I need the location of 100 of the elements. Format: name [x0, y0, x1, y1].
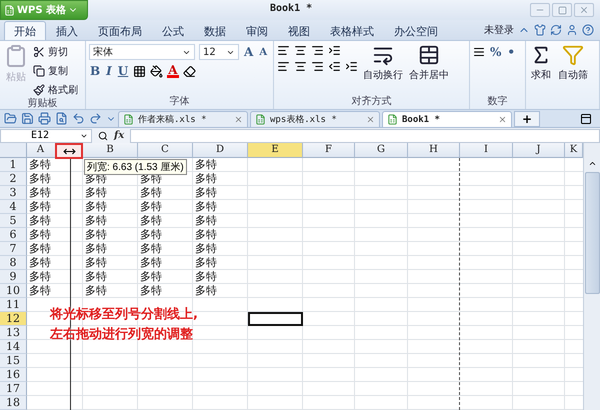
row-header[interactable]: 16: [0, 368, 27, 382]
column-header[interactable]: D: [193, 143, 248, 158]
merge-center-button[interactable]: 合并居中: [408, 44, 450, 82]
row-header[interactable]: 8: [0, 256, 27, 270]
align-center-icon[interactable]: [294, 60, 307, 73]
scroll-up-icon[interactable]: [588, 159, 596, 168]
document-tab[interactable]: wps表格.xls *: [250, 111, 380, 127]
row-header[interactable]: 5: [0, 214, 27, 228]
name-box[interactable]: E12: [0, 128, 92, 142]
column-header[interactable]: E: [248, 143, 303, 158]
row-header[interactable]: 17: [0, 382, 27, 396]
table-cell-text: 多特: [194, 158, 218, 172]
table-cell-text: 多特: [194, 242, 218, 256]
increase-indent-icon[interactable]: [345, 60, 358, 73]
row-header[interactable]: 2: [0, 172, 27, 186]
window-icon[interactable]: [580, 112, 592, 124]
row-header[interactable]: 12: [0, 312, 27, 326]
close-icon[interactable]: [234, 115, 243, 124]
maximize-button[interactable]: [552, 3, 572, 17]
percent-button[interactable]: %: [489, 44, 502, 60]
vertical-scrollbar[interactable]: [583, 143, 600, 410]
ribbon-tab[interactable]: 办公空间: [384, 21, 448, 40]
column-header[interactable]: F: [303, 143, 355, 158]
search-icon[interactable]: [98, 130, 108, 140]
ribbon-tab[interactable]: 插入: [46, 21, 88, 40]
row-header[interactable]: 3: [0, 186, 27, 200]
align-left-icon[interactable]: [277, 60, 290, 73]
formula-field[interactable]: [130, 128, 600, 142]
document-tab[interactable]: 作者来稿.xls *: [118, 111, 248, 127]
column-header[interactable]: I: [460, 143, 513, 158]
align-right-icon[interactable]: [311, 60, 324, 73]
sync-icon[interactable]: [550, 24, 562, 36]
column-header[interactable]: J: [513, 143, 565, 158]
grow-font-button[interactable]: A: [243, 44, 254, 60]
comma-button[interactable]: •: [506, 44, 516, 60]
font-name-field[interactable]: 宋体: [89, 44, 195, 60]
column-header[interactable]: C: [138, 143, 193, 158]
folder-icon[interactable]: [4, 112, 17, 125]
column-header[interactable]: G: [355, 143, 408, 158]
align-middle-icon[interactable]: [294, 44, 307, 57]
table-cell-text: 多特: [194, 200, 218, 214]
ribbon-tab[interactable]: 页面布局: [88, 21, 152, 40]
bold-button[interactable]: B: [89, 63, 102, 79]
funnel-icon: [562, 44, 584, 66]
row-header[interactable]: 18: [0, 396, 27, 410]
ribbon-tab[interactable]: 公式: [152, 21, 194, 40]
row-header[interactable]: 13: [0, 326, 27, 340]
column-header[interactable]: H: [408, 143, 460, 158]
row-header[interactable]: 1: [0, 158, 27, 172]
undo-icon[interactable]: [72, 112, 85, 125]
fill-color-icon[interactable]: [150, 64, 164, 78]
close-icon[interactable]: [366, 115, 375, 124]
wrap-text-button[interactable]: 自动换行: [362, 44, 404, 82]
user-icon[interactable]: [566, 24, 578, 36]
ribbon-tab[interactable]: 视图: [278, 21, 320, 40]
print-preview-icon[interactable]: [55, 112, 68, 125]
align-bottom-icon[interactable]: [311, 44, 324, 57]
row-header[interactable]: 11: [0, 298, 27, 312]
document-tab[interactable]: Book1 *: [382, 111, 512, 127]
column-header[interactable]: B: [83, 143, 138, 158]
ribbon-tab[interactable]: 表格样式: [320, 21, 384, 40]
copy-button[interactable]: 复制: [33, 63, 78, 79]
save-icon[interactable]: [21, 112, 34, 125]
group-label: 对齐方式: [350, 96, 392, 109]
help-icon[interactable]: [582, 24, 594, 36]
close-icon[interactable]: [498, 115, 507, 124]
spreadsheet-icon: [255, 114, 266, 125]
table-cell-text: 多特: [28, 214, 52, 228]
new-tab-button[interactable]: +: [514, 111, 540, 127]
ribbon-tab[interactable]: 数据: [194, 21, 236, 40]
active-cell[interactable]: [248, 312, 303, 326]
ribbon-tab[interactable]: 审阅: [236, 21, 278, 40]
italic-button[interactable]: I: [105, 63, 113, 79]
borders-icon[interactable]: [133, 64, 146, 78]
row-header[interactable]: 9: [0, 270, 27, 284]
row-header[interactable]: 4: [0, 200, 27, 214]
row-header[interactable]: 14: [0, 340, 27, 354]
shirt-icon[interactable]: [534, 24, 546, 36]
printer-icon[interactable]: [38, 112, 51, 125]
underline-button[interactable]: U: [116, 63, 130, 79]
filter-button[interactable]: 自动筛: [557, 44, 589, 82]
row-header[interactable]: 6: [0, 228, 27, 242]
login-link[interactable]: 未登录: [484, 23, 514, 37]
row-header[interactable]: 15: [0, 354, 27, 368]
align-top-icon[interactable]: [277, 44, 290, 57]
row-header[interactable]: 10: [0, 284, 27, 298]
row-header[interactable]: 7: [0, 242, 27, 256]
ribbon-tab[interactable]: 开始: [4, 21, 46, 40]
function-label[interactable]: fx: [114, 130, 124, 141]
redo-icon[interactable]: [89, 112, 102, 125]
eraser-icon[interactable]: [182, 64, 196, 78]
column-header[interactable]: K: [565, 143, 583, 158]
cut-button[interactable]: 剪切: [33, 44, 78, 60]
shrink-font-button[interactable]: A: [258, 44, 268, 60]
sum-button[interactable]: 求和: [529, 44, 553, 82]
format-painter-button[interactable]: 格式刷: [33, 82, 78, 98]
font-color-button[interactable]: A: [167, 64, 179, 78]
font-size-field[interactable]: 12: [199, 44, 239, 60]
decrease-indent-icon[interactable]: [328, 60, 341, 73]
table-cell-text: 多特: [139, 284, 163, 298]
